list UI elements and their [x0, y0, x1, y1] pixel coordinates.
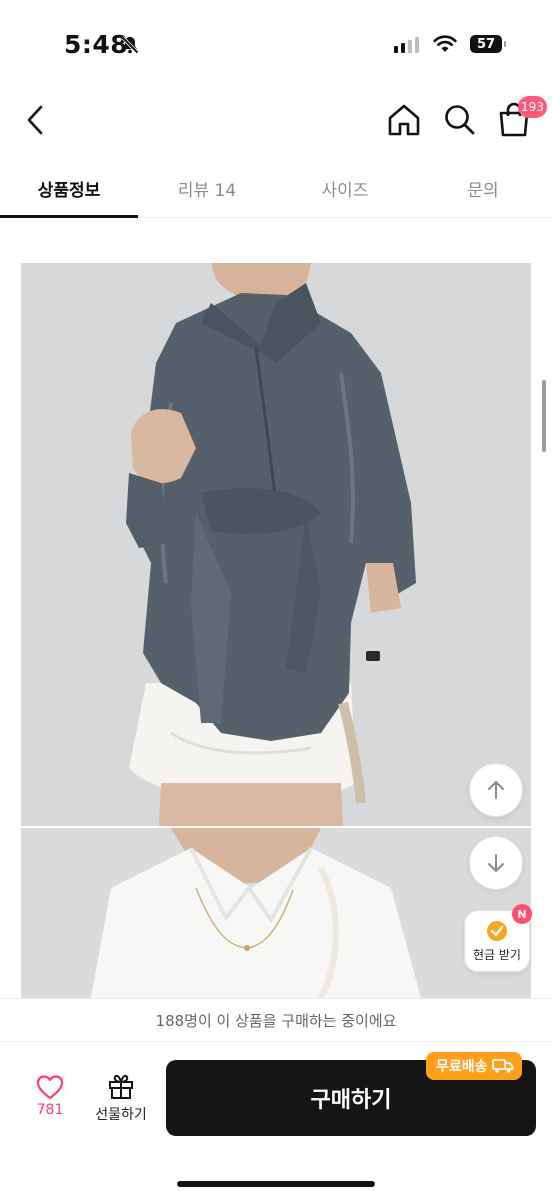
new-badge: N [512, 904, 532, 924]
home-icon [388, 104, 420, 136]
truck-icon [491, 1059, 513, 1073]
product-photo-illustration [21, 263, 531, 826]
free-shipping-label: 무료배송 [436, 1059, 488, 1075]
cell-signal-icon [394, 37, 419, 53]
status-time: 5:48 [64, 30, 129, 59]
status-bar: 5:48 57 [0, 0, 552, 88]
home-button[interactable] [384, 100, 424, 140]
product-photo-2-illustration [21, 828, 531, 998]
wifi-icon [433, 35, 457, 52]
search-button[interactable] [440, 100, 480, 140]
like-button[interactable]: 781 [22, 1074, 78, 1130]
tab-product-info[interactable]: 상품정보 [0, 160, 138, 218]
coin-check-icon [487, 920, 507, 941]
product-tabs: 상품정보 리뷰 14 사이즈 문의 [0, 160, 552, 218]
silent-bell-icon [121, 36, 139, 54]
tab-reviews[interactable]: 리뷰 14 [138, 160, 276, 217]
like-count: 781 [36, 1102, 64, 1118]
free-shipping-badge: 무료배송 [426, 1052, 522, 1080]
arrow-up-icon [488, 781, 504, 799]
scrollbar-thumb[interactable] [542, 380, 546, 452]
gift-icon [109, 1074, 133, 1099]
top-nav-bar [0, 88, 552, 152]
product-photo-2 [21, 828, 531, 998]
search-icon [445, 105, 475, 135]
back-button[interactable] [18, 100, 52, 140]
battery-indicator: 57 [470, 35, 506, 53]
home-indicator[interactable] [177, 1181, 375, 1187]
tab-size[interactable]: 사이즈 [276, 160, 414, 217]
heart-icon [36, 1075, 64, 1100]
gift-label: 선물하기 [95, 1107, 147, 1123]
tab-inquiry[interactable]: 문의 [414, 160, 552, 217]
gift-button[interactable]: 선물하기 [88, 1072, 154, 1132]
cash-reward-label: 현금 받기 [473, 947, 521, 962]
arrow-down-icon [488, 854, 504, 872]
cart-count-badge: 193 [518, 96, 547, 118]
scroll-down-button[interactable] [469, 836, 523, 890]
scroll-up-button[interactable] [469, 763, 523, 817]
buyers-count-banner: 188명이 이 상품을 구매하는 중이에요 [0, 998, 552, 1042]
product-photo [21, 263, 531, 826]
chevron-left-icon [27, 105, 43, 135]
